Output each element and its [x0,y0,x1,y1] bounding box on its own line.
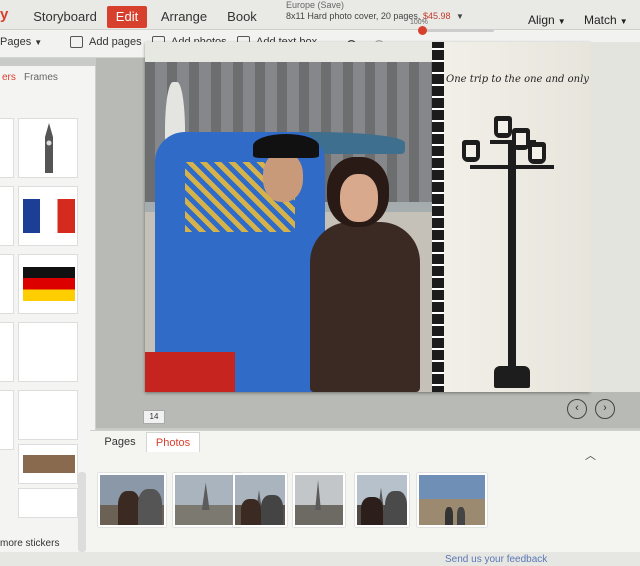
project-title[interactable]: Europe (Save) [286,0,344,10]
sticker-flag-germany[interactable] [18,254,78,314]
chevron-down-icon: ▼ [456,12,464,21]
tan-banner-icon [23,455,75,473]
match-label: Match [584,13,617,27]
next-page-preview[interactable] [590,42,640,392]
project-details: 8x11 Hard photo cover, 20 pages, [286,11,421,21]
chevron-right-icon[interactable]: › [595,399,615,419]
zoom-slider[interactable] [418,26,494,35]
feedback-link[interactable]: Send us your feedback [445,554,547,565]
pages-dropdown[interactable]: Pages ▼ [0,36,42,48]
more-stickers-link[interactable]: more stickers [0,538,59,549]
match-menu[interactable]: Match ▼ [584,13,628,27]
sticker-item[interactable] [0,118,14,178]
sticker-blank[interactable] [18,488,78,518]
placed-photo-matador[interactable] [145,62,432,392]
sticker-blank[interactable] [18,390,78,440]
decorative-border-strip [432,42,444,392]
sticker-item[interactable] [0,186,14,246]
pages-dropdown-label: Pages [0,36,32,48]
tab-arrange[interactable]: Arrange [157,6,211,28]
photo-thumbnail[interactable] [233,473,287,527]
photo-thumbnail[interactable] [173,473,241,527]
sticker-item[interactable] [0,254,14,314]
sticker-tan-banner[interactable] [18,444,78,484]
page-number: 14 [143,410,165,424]
big-ben-icon [45,123,53,173]
sticker-flag-france[interactable] [18,186,78,246]
chevron-down-icon: ▼ [34,37,43,47]
zoom-label: 100% [410,19,428,26]
sticker-item[interactable] [0,390,14,450]
sticker-item[interactable] [0,322,14,382]
tray-tab-pages[interactable]: Pages [96,432,144,452]
flag-germany-icon [23,267,75,301]
photo-thumbnail[interactable] [417,473,487,527]
add-pages-button[interactable]: Add pages [70,36,142,48]
app-logo[interactable]: y [0,6,18,24]
flag-france-icon [23,199,75,233]
page-script-text[interactable]: One trip to the one and only [446,74,589,85]
align-menu[interactable]: Align ▼ [528,13,566,27]
sticker-panel-scrollbar[interactable] [78,472,86,552]
sticker-big-ben[interactable] [18,118,78,178]
top-navigation-bar: y Storyboard Edit Arrange Book Europe (S… [0,0,640,30]
add-pages-icon [70,36,83,48]
add-pages-label: Add pages [89,36,142,48]
photo-thumbnail[interactable] [98,473,166,527]
tab-book[interactable]: Book [222,6,262,28]
photo-thumbnail[interactable] [355,473,409,527]
zoom-slider-handle[interactable] [418,26,427,35]
tab-frames[interactable]: Frames [24,72,58,83]
chevron-left-icon[interactable]: ‹ [567,399,587,419]
collapse-tray-icon[interactable]: ︿ [585,447,596,463]
project-info[interactable]: 8x11 Hard photo cover, 20 pages, $45.98 … [286,11,464,21]
photo-thumbnail[interactable] [293,473,345,527]
align-label: Align [528,13,555,27]
tab-edit[interactable]: Edit [107,6,147,28]
tray-tab-photos[interactable]: Photos [146,432,200,452]
sticker-panel: ers Frames [0,66,96,552]
tab-stickers[interactable]: ers [2,72,16,83]
tab-storyboard[interactable]: Storyboard [32,6,98,28]
chevron-down-icon: ▼ [619,17,628,26]
sticker-blank[interactable] [18,322,78,382]
chevron-down-icon: ▼ [557,17,566,26]
